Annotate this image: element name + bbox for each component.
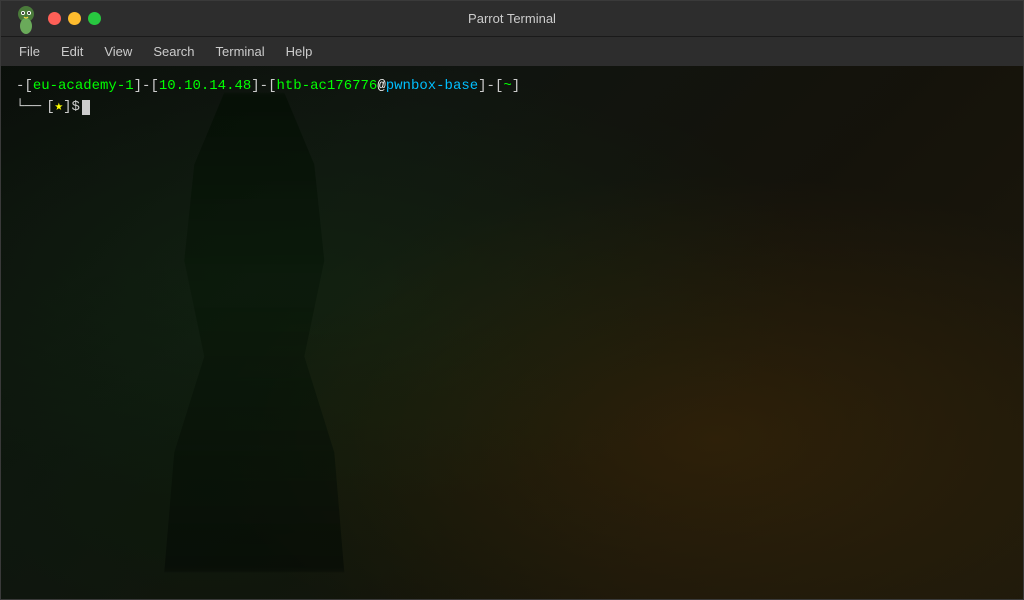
sep2: ]-[ — [251, 76, 276, 97]
hostname: pwnbox-base — [386, 76, 478, 97]
at-symbol: @ — [377, 76, 385, 97]
prompt-arrow: └── — [16, 97, 41, 118]
bracket-close-dollar: ]$ — [63, 97, 80, 118]
dash-prefix: -[ — [16, 76, 33, 97]
username: htb-ac176776 — [277, 76, 378, 97]
maximize-button[interactable] — [88, 12, 101, 25]
star-symbol: ★ — [55, 97, 63, 118]
terminal-content: -[eu-academy-1]-[10.10.14.48]-[htb-ac176… — [1, 66, 1023, 128]
terminal-background — [1, 66, 1023, 599]
prompt-line-1: -[eu-academy-1]-[10.10.14.48]-[htb-ac176… — [16, 76, 1008, 97]
sep3: ]-[ — [478, 76, 503, 97]
ip-address: 10.10.14.48 — [159, 76, 251, 97]
suffix: ] — [512, 76, 520, 97]
terminal-cursor — [82, 100, 90, 115]
menu-terminal[interactable]: Terminal — [208, 41, 273, 62]
menu-edit[interactable]: Edit — [53, 41, 91, 62]
current-dir: ~ — [503, 76, 511, 97]
menu-search[interactable]: Search — [145, 41, 202, 62]
window-controls — [11, 4, 101, 34]
menu-bar: File Edit View Search Terminal Help — [1, 36, 1023, 66]
bracket-open: [ — [46, 97, 54, 118]
parrot-logo-icon — [11, 4, 41, 34]
sep1: ]-[ — [134, 76, 159, 97]
menu-help[interactable]: Help — [278, 41, 321, 62]
window-title: Parrot Terminal — [468, 11, 556, 26]
terminal-window: Parrot Terminal File Edit View Search Te… — [0, 0, 1024, 600]
prompt-line-2: └── [★]$ — [16, 97, 1008, 118]
minimize-button[interactable] — [68, 12, 81, 25]
vpn-server: eu-academy-1 — [33, 76, 134, 97]
terminal-body[interactable]: -[eu-academy-1]-[10.10.14.48]-[htb-ac176… — [1, 66, 1023, 599]
menu-view[interactable]: View — [96, 41, 140, 62]
title-bar: Parrot Terminal — [1, 1, 1023, 36]
close-button[interactable] — [48, 12, 61, 25]
menu-file[interactable]: File — [11, 41, 48, 62]
